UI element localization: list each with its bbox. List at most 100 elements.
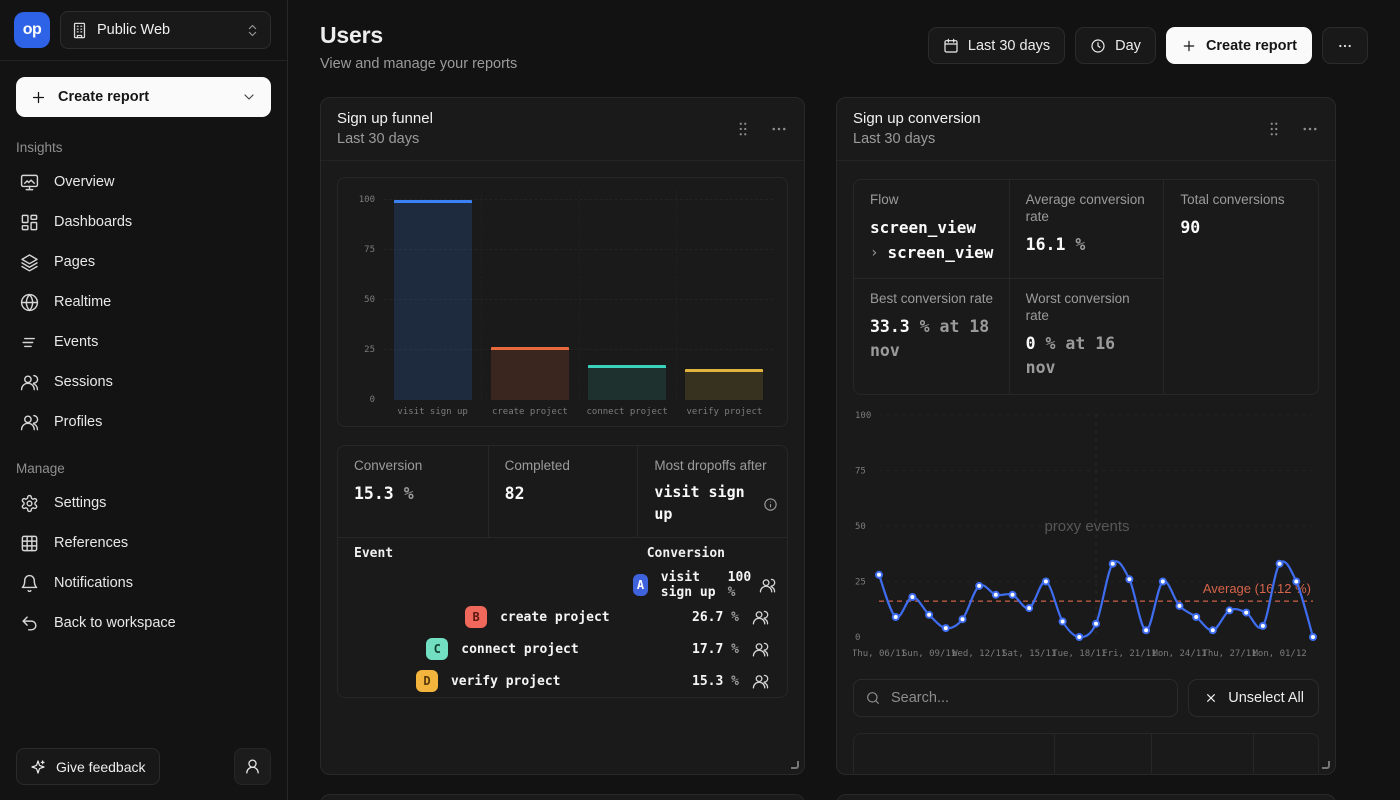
funnel-bar-2[interactable] (491, 347, 569, 400)
svg-text:proxy events: proxy events (1044, 518, 1129, 535)
event-conversion-value: 15.3 % (692, 674, 739, 689)
users-icon (752, 609, 769, 626)
funnel-stats-row: Conversion 15.3 % Completed 82 Most drop… (338, 446, 787, 538)
card-resize-handle[interactable] (791, 761, 799, 769)
table-cell (1054, 734, 1151, 773)
sidebar-item-profiles[interactable]: Profiles (16, 402, 271, 442)
card-title[interactable]: Sign up conversion (853, 110, 981, 127)
sidebar-item-realtime[interactable]: Realtime (16, 282, 271, 322)
event-table-header: Event Conversion (338, 538, 787, 569)
funnel-bar-4[interactable] (685, 369, 763, 400)
workspace-selector[interactable]: Public Web (60, 11, 271, 49)
table-cell (1253, 734, 1318, 773)
sidebar-item-label: Profiles (54, 414, 102, 430)
card-clipped (320, 794, 805, 800)
back-icon (20, 614, 39, 633)
gridline (481, 190, 482, 400)
sidebar-item-notifications[interactable]: Notifications (16, 563, 271, 603)
users-icon (752, 641, 769, 658)
conversion-column-header: Conversion (647, 546, 725, 561)
y-tick-label: 50 (364, 295, 375, 305)
date-range-label: Last 30 days (968, 38, 1050, 54)
create-report-label: Create report (1206, 38, 1297, 54)
event-row-b[interactable]: Bcreate project26.7 % (338, 601, 787, 633)
sidebar-item-pages[interactable]: Pages (16, 242, 271, 282)
funnel-bar-3[interactable] (588, 365, 666, 400)
card-subtitle: Last 30 days (337, 131, 433, 147)
sidebar-item-back-to-workspace[interactable]: Back to workspace (16, 603, 271, 643)
y-tick-label: 25 (364, 345, 375, 355)
reports-grid: Sign up funnel Last 30 days 0255075100vi… (320, 97, 1368, 800)
stat-label: Total conversions (1180, 192, 1304, 209)
event-conversion-value: 17.7 % (692, 642, 739, 657)
chevron-right-icon: › (870, 243, 878, 263)
sidebar-item-overview[interactable]: Overview (16, 162, 271, 202)
sidebar-item-references[interactable]: References (16, 523, 271, 563)
events-icon (20, 333, 39, 352)
event-row-a[interactable]: Avisit sign up100 % (338, 569, 787, 601)
card-menu-icon[interactable] (1301, 120, 1319, 138)
app-root: op Public Web Create report InsightsOver… (0, 0, 1400, 800)
stat-value: 16.1 (1026, 235, 1066, 254)
svg-text:25: 25 (855, 577, 866, 587)
unselect-all-button[interactable]: Unselect All (1188, 679, 1319, 717)
users-cell[interactable] (739, 641, 781, 658)
stat-label: Average conversion rate (1026, 192, 1150, 226)
drag-handle-icon[interactable] (1265, 120, 1283, 138)
drag-handle-icon[interactable] (734, 120, 752, 138)
stat-value: 82 (505, 484, 525, 503)
chevron-down-icon[interactable] (241, 89, 257, 105)
y-tick-label: 0 (370, 395, 375, 405)
stat-value: visit sign up (654, 482, 773, 526)
funnel-plot-area: 0255075100visit sign upcreate projectcon… (384, 190, 773, 400)
svg-text:0: 0 (855, 633, 860, 643)
svg-text:Wed, 12/11: Wed, 12/11 (952, 649, 1006, 659)
users-cell[interactable] (739, 609, 781, 626)
card-title[interactable]: Sign up funnel (337, 110, 433, 127)
svg-text:50: 50 (855, 522, 866, 532)
svg-text:100: 100 (855, 411, 871, 421)
sidebar-footer: Give feedback (0, 733, 287, 800)
card-resize-handle[interactable] (1322, 761, 1330, 769)
date-range-button[interactable]: Last 30 days (928, 27, 1065, 64)
event-name: verify project (451, 674, 561, 689)
series-table-clipped (853, 733, 1319, 773)
gridline (579, 190, 580, 400)
sidebar-create-report-button[interactable]: Create report (16, 77, 271, 117)
interval-button[interactable]: Day (1075, 27, 1156, 64)
sidebar-item-label: Sessions (54, 374, 113, 390)
user-menu-button[interactable] (234, 748, 271, 785)
funnel-bar-1[interactable] (394, 200, 472, 400)
users-cell[interactable] (739, 673, 781, 690)
plus-icon (1181, 38, 1197, 54)
table-cell (1151, 734, 1253, 773)
stat-label: Completed (505, 458, 624, 475)
users-cell[interactable] (753, 577, 781, 594)
event-name: visit sign up (661, 570, 728, 600)
event-row-c[interactable]: Cconnect project17.7 % (338, 633, 787, 665)
sidebar-item-events[interactable]: Events (16, 322, 271, 362)
sidebar-item-dashboards[interactable]: Dashboards (16, 202, 271, 242)
search-input[interactable] (891, 690, 1166, 706)
main-content: Users View and manage your reports Last … (288, 0, 1400, 800)
more-actions-button[interactable] (1322, 27, 1368, 64)
references-icon (20, 534, 39, 553)
stat-label: Worst conversion rate (1026, 291, 1150, 325)
search-field[interactable] (853, 679, 1178, 717)
sidebar-item-sessions[interactable]: Sessions (16, 362, 271, 402)
info-icon[interactable] (763, 497, 778, 512)
stat-label: Best conversion rate (870, 291, 995, 308)
app-logo[interactable]: op (14, 12, 50, 48)
give-feedback-button[interactable]: Give feedback (16, 748, 160, 785)
card-menu-icon[interactable] (770, 120, 788, 138)
unselect-all-label: Unselect All (1228, 690, 1304, 706)
users-icon (752, 673, 769, 690)
stat-flow: Flow screen_view ›screen_view (854, 180, 1009, 278)
table-cell (854, 734, 1054, 773)
sidebar-item-settings[interactable]: Settings (16, 483, 271, 523)
overview-icon (20, 173, 39, 192)
create-report-button[interactable]: Create report (1166, 27, 1312, 64)
sidebar-nav: InsightsOverviewDashboardsPagesRealtimeE… (0, 121, 287, 643)
gridline (676, 190, 677, 400)
event-row-d[interactable]: Dverify project15.3 % (338, 665, 787, 697)
